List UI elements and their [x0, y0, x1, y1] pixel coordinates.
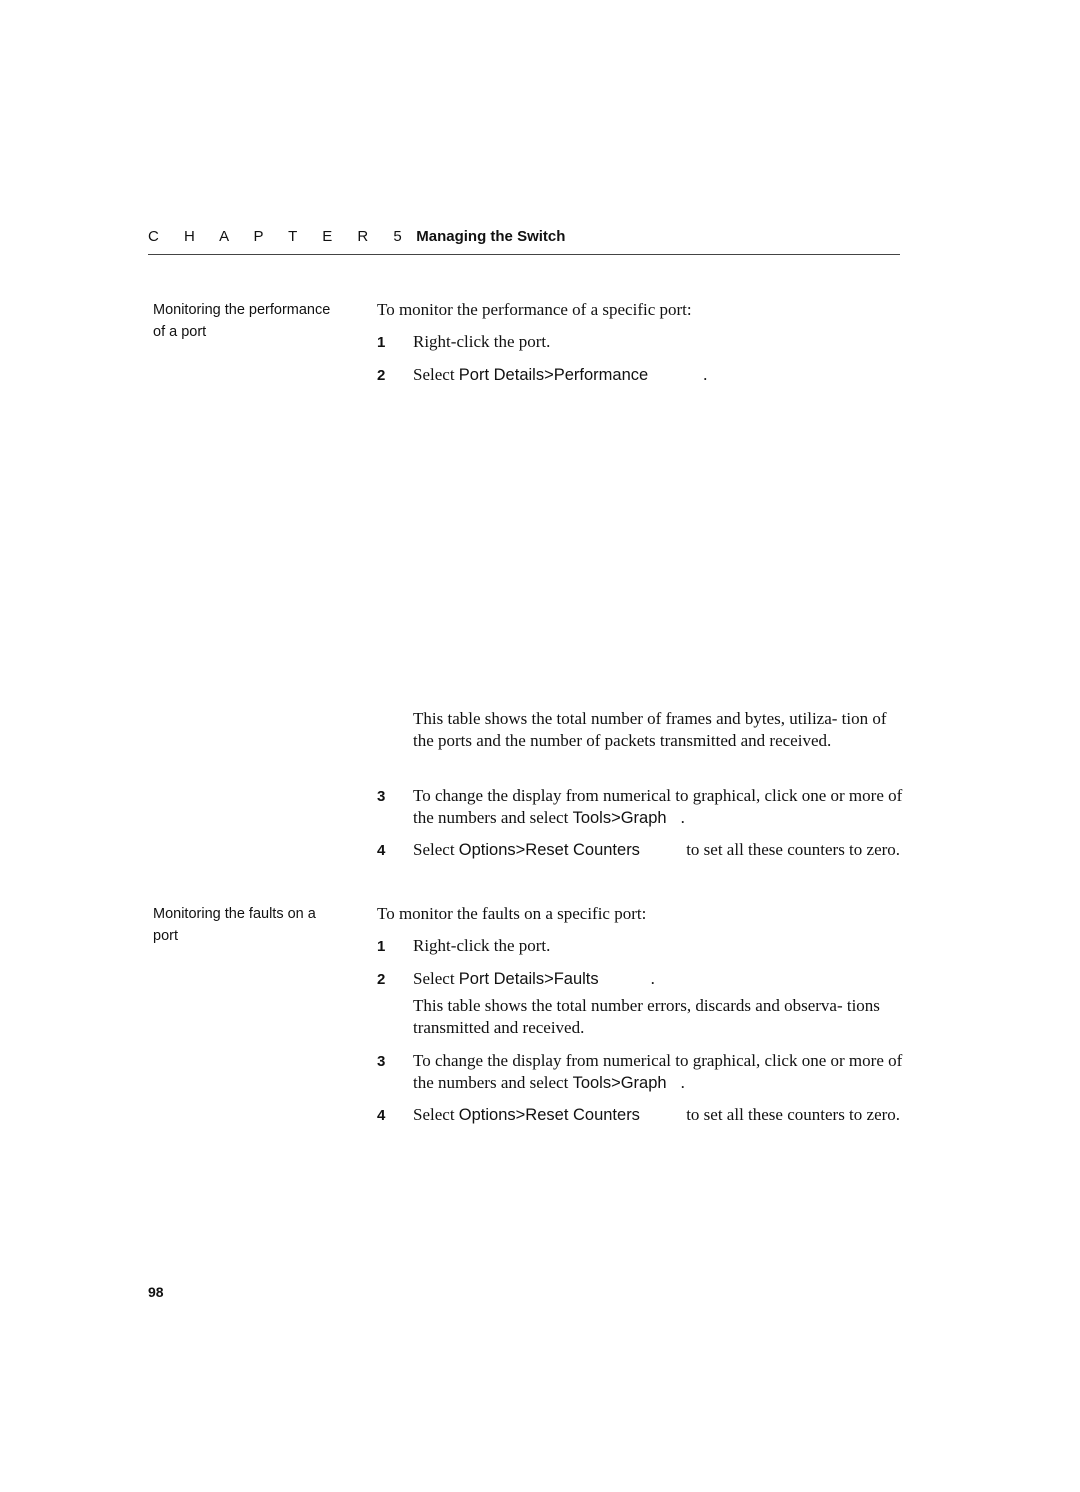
side-heading: Monitoring the faults on a port [153, 906, 316, 944]
document-page: C H A P T E R 5 Managing the Switch Monit… [0, 0, 1080, 1492]
intro-text: To monitor the faults on a specific port… [377, 904, 647, 923]
chapter-label: C H A P T E R 5 [148, 228, 413, 245]
step-number: 2 [377, 367, 386, 384]
header-rule [148, 254, 900, 255]
step-number: 1 [377, 334, 386, 351]
step-text: To change the display from numerical to … [413, 1051, 903, 1092]
step-number: 1 [377, 938, 386, 955]
intro-text: To monitor the performance of a specific… [377, 300, 692, 319]
step-number: 3 [377, 1053, 386, 1070]
step-number: 2 [377, 971, 386, 988]
step-text: Select Options>Reset Counters to set all… [413, 1105, 901, 1124]
step-text: Select Port Details>Performance. [413, 365, 708, 384]
step-number: 4 [377, 1107, 386, 1124]
page-number: 98 [148, 1284, 164, 1300]
step-number: 3 [377, 788, 386, 805]
chapter-title: Managing the Switch [416, 228, 566, 245]
paragraph: This table shows the total number errors… [413, 996, 880, 1037]
step-text: Right-click the port. [413, 936, 551, 955]
step-text: Select Port Details>Faults. [413, 969, 655, 988]
step-text: Right-click the port. [413, 332, 551, 351]
step-number: 4 [377, 842, 386, 859]
side-heading: Monitoring the performance of a port [153, 302, 331, 340]
step-text: To change the display from numerical to … [413, 786, 903, 827]
paragraph: This table shows the total number of fra… [413, 709, 887, 750]
step-text: Select Options>Reset Counters to set all… [413, 840, 901, 859]
running-header: C H A P T E R 5 Managing the Switch [148, 228, 565, 245]
